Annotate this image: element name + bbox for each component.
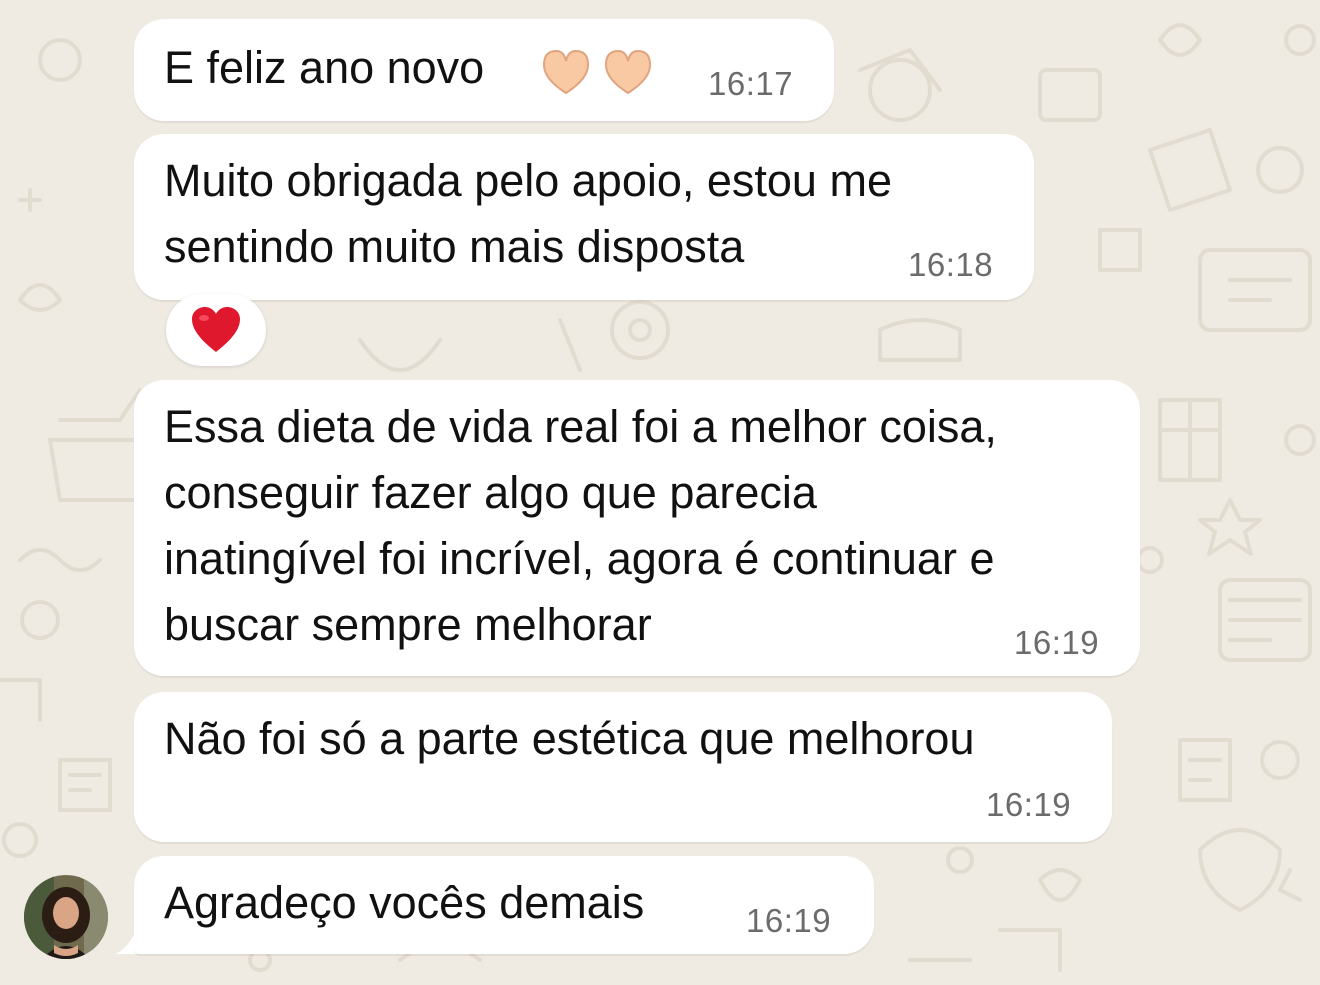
message-text: Agradeço vocês demais <box>164 877 645 928</box>
message-time: 16:19 <box>986 786 1072 823</box>
message-bubble[interactable]: Essa dieta de vida real foi a melhor coi… <box>134 380 1140 676</box>
message-text: Essa dieta de vida real foi a melhor coi… <box>164 401 997 650</box>
message-bubble[interactable]: Não foi só a parte estética que melhorou… <box>134 692 1112 842</box>
message-time: 16:17 <box>708 65 794 102</box>
heart-hands-emoji <box>534 45 664 100</box>
message-text: Não foi só a parte estética que melhorou <box>164 713 975 764</box>
avatar[interactable] <box>24 875 108 959</box>
message-time: 16:19 <box>746 902 832 939</box>
message-reaction[interactable] <box>166 294 266 366</box>
message-text: E feliz ano novo <box>164 42 485 93</box>
message-text: Muito obrigada pelo apoio, estou me sent… <box>164 155 892 272</box>
red-heart-emoji <box>192 307 240 352</box>
message-bubble[interactable]: E feliz ano novo 16:17 <box>134 19 834 121</box>
message-time: 16:18 <box>908 246 994 283</box>
message-bubble[interactable]: Agradeço vocês demais 16:19 <box>134 856 874 954</box>
message-time: 16:19 <box>1014 624 1100 661</box>
message-bubble[interactable]: Muito obrigada pelo apoio, estou me sent… <box>134 134 1034 300</box>
